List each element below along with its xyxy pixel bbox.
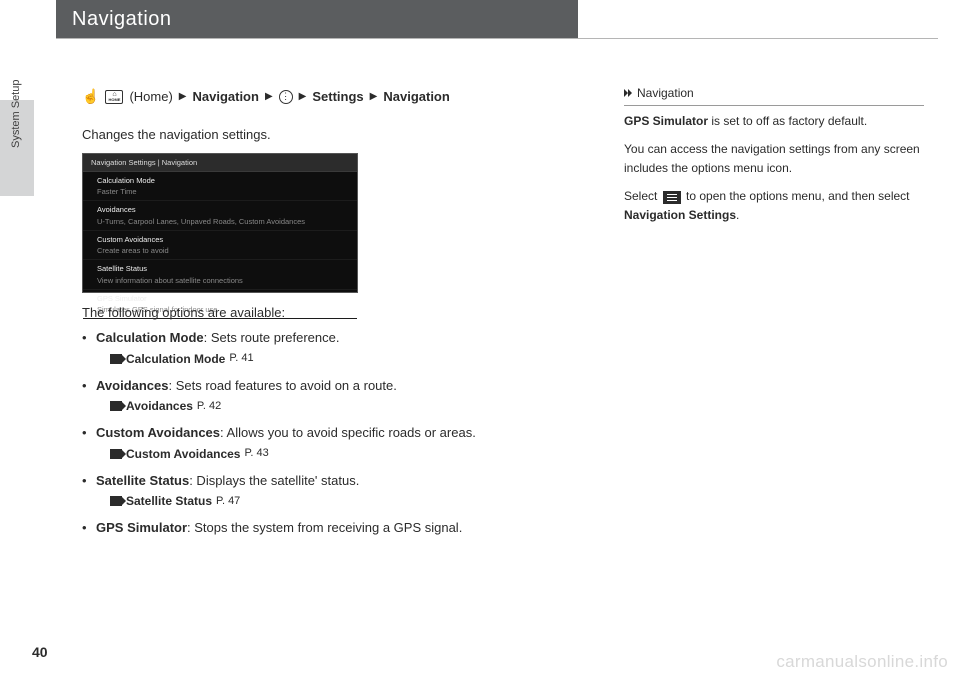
screenshot-row-title: Custom Avoidances (97, 234, 343, 245)
side-p1-bold: GPS Simulator (624, 114, 708, 128)
option-name: Custom Avoidances (96, 425, 220, 440)
side-p3d: . (736, 208, 739, 222)
main-column: ☝ ⌂ HOME (Home) ▶ Navigation ▶ ⋮ ▶ Setti… (82, 86, 592, 546)
xref: Avoidances P. 42 (96, 397, 592, 415)
xref-page: P. 47 (216, 493, 240, 510)
xref-page: P. 42 (197, 398, 221, 415)
xref: Satellite Status P. 47 (96, 492, 592, 510)
screenshot-row: Calculation Mode Faster Time (83, 172, 357, 202)
xref-arrow-icon (110, 354, 122, 364)
xref-label: Custom Avoidances (126, 445, 240, 463)
screenshot-row: Custom Avoidances Create areas to avoid (83, 231, 357, 261)
option-name: Calculation Mode (96, 330, 204, 345)
side-p1-rest: is set to off as factory default. (708, 114, 867, 128)
arrow-icon: ▶ (299, 89, 307, 104)
crumb-navigation2: Navigation (383, 87, 449, 107)
side-heading: Navigation (637, 84, 694, 103)
breadcrumb: ☝ ⌂ HOME (Home) ▶ Navigation ▶ ⋮ ▶ Setti… (82, 86, 592, 107)
option-desc: : Stops the system from receiving a GPS … (187, 520, 462, 535)
xref-page: P. 41 (229, 350, 253, 367)
options-intro: The following options are available: (82, 303, 592, 323)
xref-label: Calculation Mode (126, 350, 225, 368)
screenshot-row-title: Avoidances (97, 204, 343, 215)
option-item: GPS Simulator: Stops the system from rec… (82, 518, 592, 538)
screenshot-row-title: Calculation Mode (97, 175, 343, 186)
side-heading-row: Navigation (624, 84, 924, 106)
option-item: Custom Avoidances: Allows you to avoid s… (82, 423, 592, 463)
side-tab-label: System Setup (10, 80, 22, 148)
side-p1: GPS Simulator is set to off as factory d… (624, 112, 924, 131)
side-p3a: Select (624, 189, 661, 203)
watermark: carmanualsonline.info (776, 652, 948, 672)
screenshot-row-desc: Faster Time (97, 186, 343, 197)
options-dots-icon: ⋮ (279, 90, 293, 104)
arrow-icon: ▶ (370, 89, 378, 104)
xref-arrow-icon (110, 496, 122, 506)
side-body: GPS Simulator is set to off as factory d… (624, 112, 924, 225)
option-desc: : Sets route preference. (204, 330, 340, 345)
xref-arrow-icon (110, 449, 122, 459)
options-list: Calculation Mode: Sets route preference.… (82, 328, 592, 538)
screenshot-row-desc: View information about satellite connect… (97, 275, 343, 286)
home-label: (Home) (129, 87, 172, 107)
screenshot-row-desc: U-Turns, Carpool Lanes, Unpaved Roads, C… (97, 216, 343, 227)
xref: Calculation Mode P. 41 (96, 350, 592, 368)
xref-page: P. 43 (244, 445, 268, 462)
screenshot-row: Satellite Status View information about … (83, 260, 357, 290)
home-icon: ⌂ HOME (105, 90, 123, 104)
xref-label: Avoidances (126, 397, 193, 415)
home-icon-text: HOME (108, 98, 120, 102)
title-rule (56, 38, 938, 39)
option-desc: : Displays the satellite' status. (189, 473, 359, 488)
option-name: GPS Simulator (96, 520, 187, 535)
side-p3b: to open the options menu, and then selec… (683, 189, 910, 203)
option-item: Satellite Status: Displays the satellite… (82, 471, 592, 511)
settings-screenshot: Navigation Settings | Navigation Calcula… (82, 153, 358, 293)
side-column: Navigation GPS Simulator is set to off a… (624, 84, 924, 235)
screenshot-row: Avoidances U-Turns, Carpool Lanes, Unpav… (83, 201, 357, 231)
arrow-icon: ▶ (265, 89, 273, 104)
side-p2: You can access the navigation settings f… (624, 140, 924, 177)
screenshot-row-desc: Create areas to avoid (97, 245, 343, 256)
option-name: Satellite Status (96, 473, 189, 488)
side-double-arrow-icon (624, 89, 633, 98)
screenshot-row-title: Satellite Status (97, 263, 343, 274)
xref-label: Satellite Status (126, 492, 212, 510)
hamburger-menu-icon (663, 191, 681, 204)
intro-text: Changes the navigation settings. (82, 125, 592, 145)
xref-arrow-icon (110, 401, 122, 411)
crumb-navigation: Navigation (192, 87, 258, 107)
page-title-bar: Navigation (56, 0, 578, 38)
page-number: 40 (32, 644, 48, 660)
screenshot-header: Navigation Settings | Navigation (83, 154, 357, 172)
option-desc: : Allows you to avoid specific roads or … (220, 425, 476, 440)
option-item: Avoidances: Sets road features to avoid … (82, 376, 592, 416)
hand-icon: ☝ (82, 86, 99, 107)
option-item: Calculation Mode: Sets route preference.… (82, 328, 592, 368)
crumb-settings: Settings (312, 87, 363, 107)
side-p3: Select to open the options menu, and the… (624, 187, 924, 224)
option-name: Avoidances (96, 378, 169, 393)
xref: Custom Avoidances P. 43 (96, 445, 592, 463)
side-p3c: Navigation Settings (624, 208, 736, 222)
page-title: Navigation (72, 8, 172, 31)
option-desc: : Sets road features to avoid on a route… (169, 378, 397, 393)
arrow-icon: ▶ (179, 89, 187, 104)
